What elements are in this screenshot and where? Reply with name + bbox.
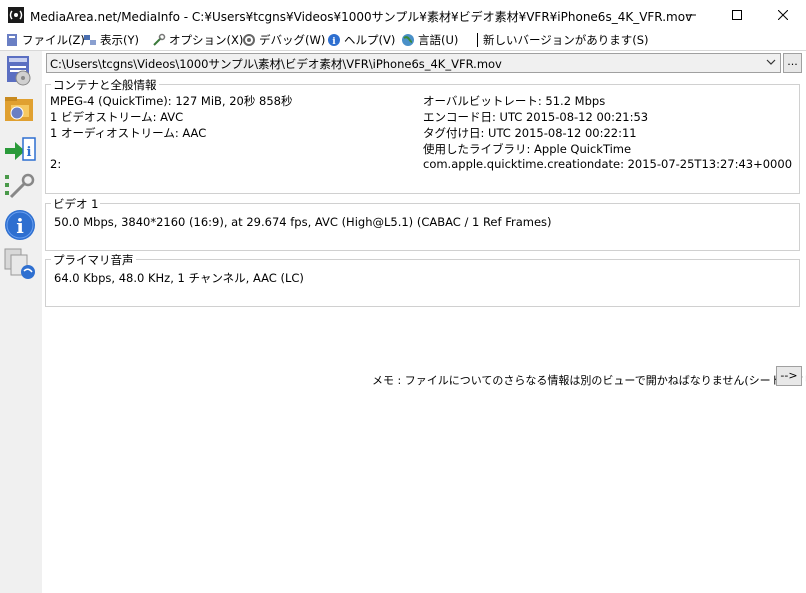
globe-icon bbox=[402, 34, 414, 46]
menu-help[interactable]: i ヘルプ(V) bbox=[327, 32, 395, 48]
open-folder-icon[interactable] bbox=[3, 93, 37, 127]
help-menu-icon: i bbox=[328, 34, 340, 47]
menu-options-label: オプション(X) bbox=[169, 33, 244, 47]
more-info-button[interactable]: --> bbox=[776, 366, 802, 386]
left-toolbar: i i bbox=[0, 51, 42, 593]
video-info-group: ビデオ 1 50.0 Mbps, 3840*2160 (16:9), at 29… bbox=[45, 196, 800, 251]
browse-button[interactable]: ... bbox=[783, 53, 802, 73]
menu-view-label: 表示(Y) bbox=[100, 33, 139, 47]
audio-info-group: プライマリ音声 64.0 Kbps, 48.0 KHz, 1 チャンネル, AA… bbox=[45, 252, 800, 307]
minimize-icon bbox=[686, 14, 696, 16]
menu-bar: ファイル(Z) 表示(Y) オプション(X) デバッグ(W) i ヘルプ(V) … bbox=[0, 30, 806, 50]
menu-debug[interactable]: デバッグ(W) bbox=[242, 32, 325, 48]
preferences-icon[interactable] bbox=[3, 171, 37, 205]
new-version-label: 新しいバージョンがあります(S) bbox=[483, 33, 649, 47]
svg-text:i: i bbox=[27, 145, 32, 160]
menu-file-label: ファイル(Z) bbox=[22, 33, 85, 47]
general-left-line: 2: bbox=[50, 157, 62, 171]
general-right-line: エンコード日: UTC 2015-08-12 00:21:53 bbox=[423, 110, 649, 124]
menu-debug-label: デバッグ(W) bbox=[259, 33, 326, 47]
maximize-button[interactable] bbox=[714, 0, 760, 30]
file-select-combo[interactable]: C:\Users\tcgns\Videos\1000サンプル\素材\ビデオ素材\… bbox=[46, 53, 781, 73]
menu-separator bbox=[477, 33, 478, 47]
menu-language-label: 言語(U) bbox=[418, 33, 459, 47]
video-group-label: ビデオ 1 bbox=[51, 196, 101, 212]
menu-view[interactable]: 表示(Y) bbox=[83, 32, 139, 48]
close-icon bbox=[778, 10, 788, 20]
svg-text:i: i bbox=[16, 214, 24, 238]
options-menu-icon bbox=[153, 33, 166, 46]
minimize-button[interactable] bbox=[668, 0, 714, 30]
audio-info-line: 64.0 Kbps, 48.0 KHz, 1 チャンネル, AAC (LC) bbox=[54, 271, 304, 285]
close-button[interactable] bbox=[760, 0, 806, 30]
general-right-line: com.apple.quicktime.creationdate: 2015-0… bbox=[423, 157, 793, 171]
open-file-icon[interactable] bbox=[3, 54, 37, 88]
window-title: MediaArea.net/MediaInfo - C:¥Users¥tcgns… bbox=[30, 10, 693, 24]
export-icon[interactable]: i bbox=[3, 132, 37, 166]
mediainfo-app-icon bbox=[8, 7, 24, 23]
title-bar: MediaArea.net/MediaInfo - C:¥Users¥tcgns… bbox=[0, 0, 806, 30]
svg-text:i: i bbox=[332, 37, 336, 47]
maximize-icon bbox=[732, 10, 742, 20]
chevron-down-icon bbox=[766, 59, 776, 65]
general-left-line: 1 オーディオストリーム: AAC bbox=[50, 126, 207, 140]
general-left-line: MPEG-4 (QuickTime): 127 MiB, 20秒 858秒 bbox=[50, 94, 293, 108]
general-right-line: タグ付け日: UTC 2015-08-12 00:22:11 bbox=[423, 126, 637, 140]
general-info-group: コンテナと全般情報 MPEG-4 (QuickTime): 127 MiB, 2… bbox=[45, 77, 800, 194]
general-left-line: 1 ビデオストリーム: AVC bbox=[50, 110, 184, 124]
general-right-line: オーバルビットレート: 51.2 Mbps bbox=[423, 94, 606, 108]
video-info-line: 50.0 Mbps, 3840*2160 (16:9), at 29.674 f… bbox=[54, 215, 552, 229]
general-right-line: 使用したライブラリ: Apple QuickTime bbox=[423, 142, 632, 156]
about-info-icon[interactable]: i bbox=[3, 208, 37, 242]
menu-file[interactable]: ファイル(Z) bbox=[5, 32, 85, 48]
menu-new-version[interactable]: 新しいバージョンがあります(S) bbox=[483, 32, 649, 48]
menu-options[interactable]: オプション(X) bbox=[152, 32, 243, 48]
audio-group-label: プライマリ音声 bbox=[51, 252, 136, 268]
note-text: メモ : ファイルについてのさらなる情報は別のビューで開かねばなりません(シート… bbox=[372, 374, 806, 387]
menu-language[interactable]: 言語(U) bbox=[401, 32, 458, 48]
file-menu-icon bbox=[7, 34, 17, 46]
general-group-label: コンテナと全般情報 bbox=[51, 77, 159, 93]
menu-help-label: ヘルプ(V) bbox=[344, 33, 396, 47]
file-path: C:\Users\tcgns\Videos\1000サンプル\素材\ビデオ素材\… bbox=[50, 57, 502, 71]
view-menu-icon bbox=[84, 35, 96, 45]
debug-menu-icon bbox=[243, 34, 255, 46]
web-update-icon[interactable] bbox=[3, 247, 37, 281]
